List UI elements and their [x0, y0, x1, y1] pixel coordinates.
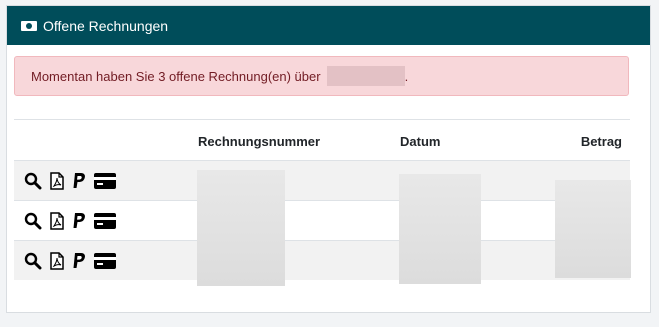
- credit-card-icon[interactable]: [94, 253, 116, 269]
- row-actions: [24, 212, 124, 230]
- redacted-invoice-numbers: [197, 170, 285, 286]
- table-header: Rechnungsnummer Datum Betrag: [14, 120, 630, 160]
- redacted-amounts: [555, 180, 631, 278]
- table-row: [14, 240, 630, 280]
- column-header-amount: Betrag: [580, 134, 622, 149]
- money-bill-icon: [21, 20, 37, 31]
- invoices-table: Rechnungsnummer Datum Betrag: [14, 119, 631, 286]
- search-icon[interactable]: [24, 212, 42, 230]
- search-icon[interactable]: [24, 252, 42, 270]
- column-header-date: Datum: [400, 134, 441, 149]
- paypal-icon[interactable]: [72, 252, 86, 270]
- panel-header: Offene Rechnungen: [7, 6, 650, 45]
- redacted-total-amount: [326, 66, 405, 86]
- alert-message: Momentan haben Sie 3 offene Rechnung(en)…: [31, 68, 321, 84]
- panel-title: Offene Rechnungen: [43, 17, 169, 34]
- credit-card-icon[interactable]: [94, 173, 116, 189]
- paypal-icon[interactable]: [72, 212, 86, 230]
- alert-suffix: .: [404, 68, 409, 84]
- pdf-file-icon[interactable]: [50, 212, 64, 230]
- table-row: [14, 160, 630, 200]
- pdf-file-icon[interactable]: [50, 252, 64, 270]
- table-row: [14, 200, 630, 240]
- row-actions: [24, 252, 124, 270]
- column-header-invoice-number: Rechnungsnummer: [198, 134, 321, 149]
- row-actions: [24, 172, 124, 190]
- redacted-dates: [399, 174, 481, 284]
- credit-card-icon[interactable]: [94, 213, 116, 229]
- paypal-icon[interactable]: [72, 172, 86, 190]
- search-icon[interactable]: [24, 172, 42, 190]
- open-invoices-alert: Momentan haben Sie 3 offene Rechnung(en)…: [14, 56, 629, 96]
- pdf-file-icon[interactable]: [50, 172, 64, 190]
